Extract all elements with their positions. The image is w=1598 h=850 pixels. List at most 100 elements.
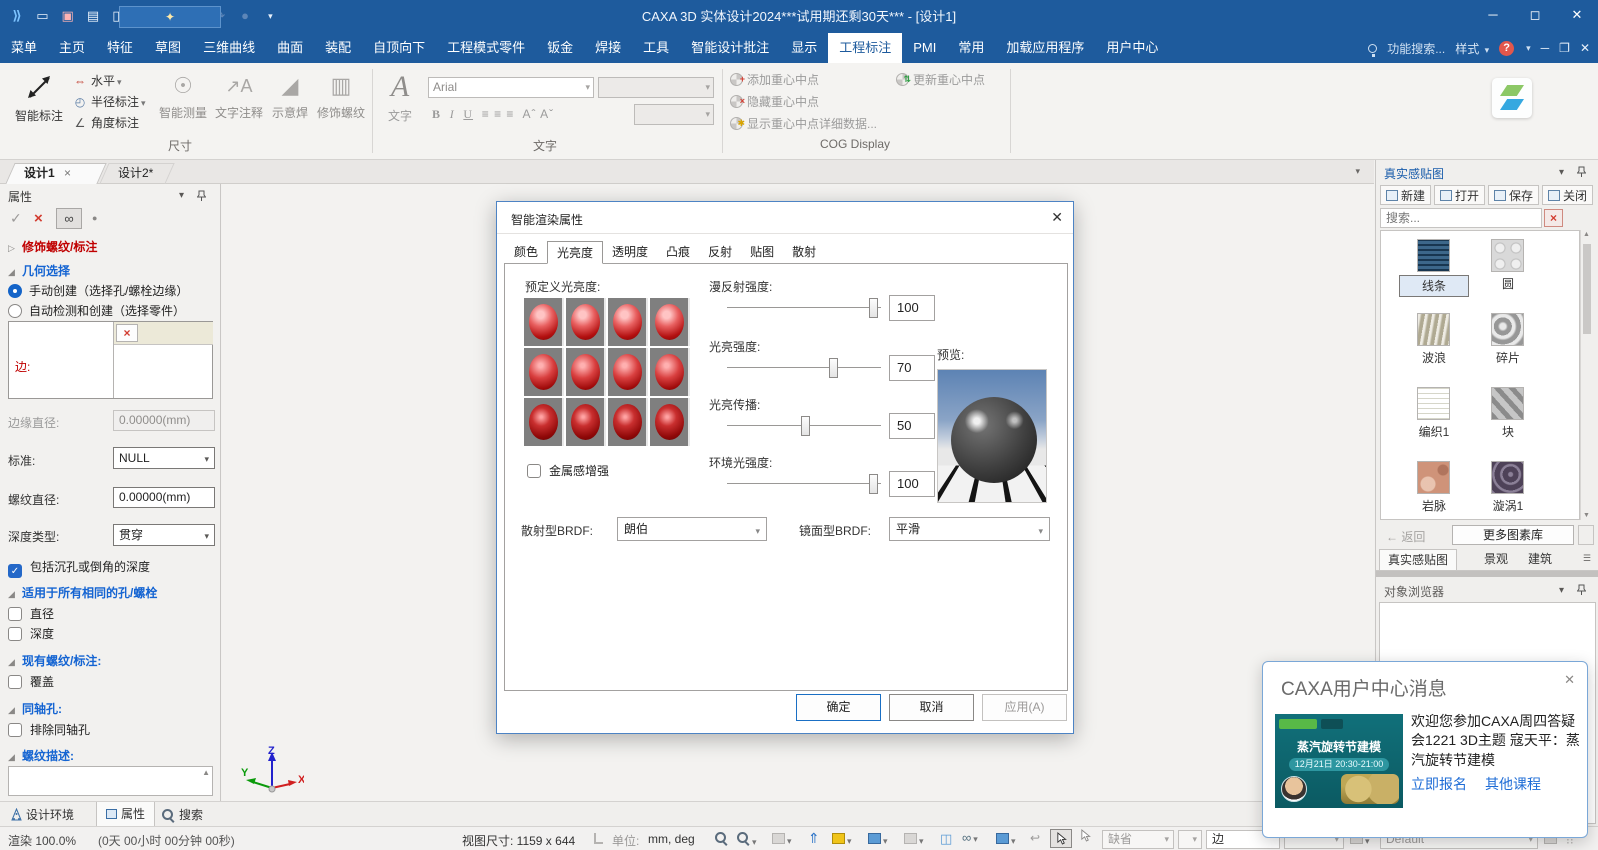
shine-strength-value[interactable]: 70 [889,355,935,381]
menu-tab-common[interactable]: 常用 [947,33,995,63]
help-dropdown-icon[interactable]: ▾ [1526,43,1531,54]
horizontal-dim-button[interactable]: ⇔水平▾ [72,72,122,91]
tab-design-environment[interactable]: 设计环境 [2,802,83,827]
radio-auto-create[interactable]: 自动检测和创建（选择零件） [8,302,185,319]
section-geometry[interactable]: ◢几何选择 [8,262,70,279]
doc-tab-design1[interactable]: 设计1 × [10,163,102,184]
tab-texture[interactable]: 贴图 [741,241,783,264]
ok-button[interactable]: 确定 [796,694,881,721]
small-combo[interactable]: ▾ [1178,830,1202,849]
texture-thumb-lines[interactable] [1417,239,1450,272]
text-note-button[interactable]: ↗A 文字注释 [212,68,266,121]
dialog-title-bar[interactable]: 智能渲染属性 ✕ [497,202,1073,234]
brdf-specular-select[interactable]: 平滑▾ [889,517,1050,541]
tab-bump[interactable]: 凸痕 [657,241,699,264]
checkbox-diameter[interactable]: 直径 [8,605,54,622]
texture-label[interactable]: 碎片 [1473,349,1543,366]
font-style-combo[interactable]: ▾ [598,77,714,98]
category-tab-realistic[interactable]: 真实感贴图 [1379,549,1457,570]
units-value[interactable]: mm, deg [648,832,695,846]
thread-description-area[interactable]: ▲ [8,766,213,796]
panel-collapse-icon[interactable]: ▾ [1559,585,1564,596]
texture-thumb-blocks[interactable] [1491,387,1524,420]
texture-list-scrollbar[interactable]: ▲ ▼ [1580,230,1592,520]
section-apply-all[interactable]: ◢适用于所有相同的孔/螺栓 [8,584,157,601]
weld-symbol-button[interactable]: ◢ 示意焊 [268,68,312,121]
brdf-diffuse-select[interactable]: 朗伯▾ [617,517,767,541]
expander-expanded-icon[interactable]: ◢ [8,752,22,763]
texture-thumb-waves[interactable] [1417,313,1450,346]
help-icon[interactable]: ? [1499,41,1514,56]
radius-dim-button[interactable]: ◴半径标注▾ [72,93,146,112]
texture-thumb-fragments[interactable] [1491,313,1524,346]
category-tab-architecture[interactable]: 建筑 [1520,549,1560,570]
menu-tab-sketch[interactable]: 草图 [144,33,192,63]
shininess-preset[interactable] [650,348,690,396]
align-left-icon[interactable]: ≡ [482,107,490,121]
view-cube-icon[interactable]: ▾ [868,833,888,847]
menu-tab-load-app[interactable]: 加载应用程序 [995,33,1095,63]
tab-overflow-chevron-icon[interactable]: ▾ [1355,166,1360,177]
texture-thumb-swirl[interactable] [1491,461,1524,494]
doc-restore-button[interactable]: ❐ [1559,41,1570,55]
menu-tab-smart-annotation[interactable]: 智能设计批注 [680,33,780,63]
shininess-preset[interactable] [608,298,648,346]
shininess-preset[interactable] [566,348,606,396]
preview-glasses-icon[interactable]: ∞ [56,208,82,229]
dialog-close-icon[interactable]: ✕ [1051,209,1063,226]
font-size-combo[interactable]: ▾ [634,104,714,125]
popup-close-icon[interactable]: ✕ [1564,672,1575,688]
pan-view-icon[interactable]: ▾ [772,833,792,847]
tab-search[interactable]: 搜索 [152,802,212,827]
window-close-button[interactable]: ✕ [1556,0,1598,30]
shininess-preset[interactable] [524,298,564,346]
texture-save-button[interactable]: 保存 [1488,185,1539,205]
panel-pin-icon[interactable] [197,190,206,205]
align-right-icon[interactable]: ≡ [506,107,514,121]
tab-shininess[interactable]: 光亮度 [547,241,603,264]
tab-color[interactable]: 颜色 [505,241,547,264]
checkbox-include-depth[interactable]: ✓包括沉孔或倒角的深度 [8,558,150,578]
shininess-preset[interactable] [566,398,606,446]
shininess-preset[interactable] [524,348,564,396]
expander-expanded-icon[interactable]: ◢ [8,267,22,278]
texture-label[interactable]: 圆 [1473,275,1543,292]
expander-collapsed-icon[interactable]: ▷ [8,243,22,254]
panel-pin-icon[interactable] [1577,166,1586,181]
font-shrink-icon[interactable]: Aˇ [540,107,554,121]
menu-tab-engmode[interactable]: 工程模式零件 [436,33,536,63]
cog-add-button[interactable]: +添加重心中点 [730,70,819,90]
texture-thumb-circles[interactable] [1491,239,1524,272]
more-libraries-button[interactable]: 更多图素库 [1452,525,1574,545]
expander-expanded-icon[interactable]: ◢ [8,589,22,600]
cancel-button[interactable]: 取消 [889,694,974,721]
axis-up-icon[interactable]: ⇑ [808,830,820,847]
cog-detail-button[interactable]: ✱显示重心中点详细数据... [730,114,877,134]
library-extra-button[interactable] [1578,525,1594,545]
shininess-preset[interactable] [608,348,648,396]
radio-manual-create[interactable]: 手动创建（选择孔/螺栓边缘） [8,282,188,299]
texture-thumb-veins[interactable] [1417,461,1450,494]
menu-tab-topdown[interactable]: 自顶向下 [362,33,436,63]
category-overflow-icon[interactable]: ☰ [1583,553,1591,564]
checkbox-depth[interactable]: 深度 [8,625,54,642]
texture-label[interactable]: 波浪 [1399,349,1469,366]
glasses-view-icon[interactable]: ∞▾ [962,830,978,845]
menu-tab-user-center[interactable]: 用户中心 [1095,33,1169,63]
expander-expanded-icon[interactable]: ◢ [8,657,22,668]
texture-label[interactable]: 线条 [1399,275,1469,297]
back-button[interactable]: ← 返回 [1386,528,1425,545]
cancel-x-icon[interactable]: × [34,210,43,227]
shininess-preset[interactable] [566,298,606,346]
doc-tab-design2[interactable]: 设计2* [104,163,170,184]
menu-tab-feature[interactable]: 特征 [96,33,144,63]
edge-list[interactable]: × [113,322,213,398]
texture-close-button[interactable]: 关闭 [1542,185,1593,205]
menu-tab-pmi[interactable]: PMI [902,33,947,63]
italic-button[interactable]: I [450,107,455,121]
underline-button[interactable]: U [463,107,473,121]
smart-measure-button[interactable]: ☉ 智能测量 [156,68,210,121]
style-menu[interactable]: 样式 ▾ [1455,40,1489,57]
options-dot-icon[interactable]: ● [92,213,97,223]
menu-tab-menu[interactable]: 菜单 [0,33,48,63]
